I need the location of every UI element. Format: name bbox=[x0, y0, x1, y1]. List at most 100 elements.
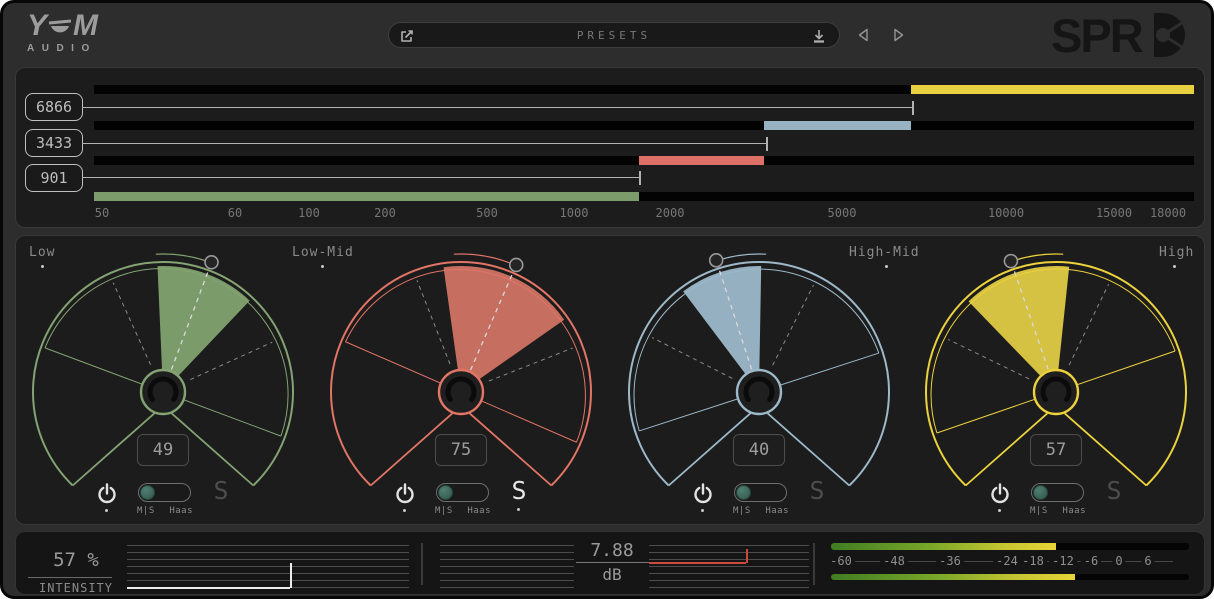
ms-label: M|S bbox=[1030, 506, 1048, 516]
rotation-handle[interactable] bbox=[205, 256, 218, 269]
gain-slider-track[interactable] bbox=[649, 559, 809, 560]
ms-label: M|S bbox=[137, 506, 155, 516]
crossover-freq-low[interactable]: 901 bbox=[25, 164, 83, 192]
gain-slider-track[interactable] bbox=[649, 552, 809, 553]
meter-bar-left bbox=[831, 543, 1056, 550]
spread-value-low[interactable]: 49 bbox=[137, 434, 189, 466]
meter-scale-label: -18 bbox=[1019, 554, 1047, 568]
load-preset-icon[interactable] bbox=[811, 28, 827, 44]
lr-axis-guide bbox=[1069, 284, 1108, 365]
lr-axis-guide bbox=[417, 280, 450, 364]
gain-marker-handle[interactable] bbox=[746, 549, 748, 563]
frequency-track-1 bbox=[94, 121, 1194, 130]
haas-label: Haas bbox=[1062, 506, 1086, 516]
band-range-bar-high-mid[interactable] bbox=[764, 121, 911, 130]
gain-slider-track[interactable] bbox=[440, 552, 574, 553]
next-preset-button[interactable] bbox=[889, 27, 907, 43]
intensity-marker-handle[interactable] bbox=[290, 563, 292, 588]
preset-bar[interactable]: PRESETS bbox=[388, 22, 840, 48]
spread-value-high[interactable]: 57 bbox=[1030, 434, 1082, 466]
toggle-knob[interactable] bbox=[438, 485, 453, 500]
intensity-slider-track[interactable] bbox=[127, 545, 409, 546]
spread-value-low-mid[interactable]: 75 bbox=[435, 434, 487, 466]
intensity-slider-track[interactable] bbox=[127, 559, 409, 560]
toggle-knob[interactable] bbox=[736, 485, 751, 500]
ms-haas-toggle[interactable] bbox=[138, 483, 191, 502]
intensity-slider-track[interactable] bbox=[127, 566, 409, 567]
freq-axis-label: 60 bbox=[228, 206, 242, 220]
toggle-knob[interactable] bbox=[1033, 485, 1048, 500]
crossover-line-1[interactable] bbox=[82, 143, 766, 144]
crossover-handle-0[interactable] bbox=[912, 101, 914, 115]
band-range-bar-low[interactable] bbox=[94, 192, 639, 201]
freq-axis-label: 10000 bbox=[988, 206, 1024, 220]
previous-preset-button[interactable] bbox=[855, 27, 873, 43]
crossover-handle-1[interactable] bbox=[766, 137, 768, 151]
band-range-bar-low-mid[interactable] bbox=[639, 156, 764, 165]
rotation-arc bbox=[1011, 254, 1063, 261]
power-button[interactable] bbox=[988, 481, 1012, 505]
band-range-bar-high[interactable] bbox=[911, 85, 1194, 94]
intensity-marker-line[interactable] bbox=[127, 587, 290, 589]
gain-slider-track[interactable] bbox=[440, 580, 574, 581]
crossover-freq-mid[interactable]: 3433 bbox=[25, 129, 83, 157]
gain-slider-track[interactable] bbox=[649, 545, 809, 546]
gain-slider-track[interactable] bbox=[440, 573, 574, 574]
bowl-icon bbox=[47, 16, 73, 40]
crossover-panel: 6866 3433 901 50601002005001000200050001… bbox=[15, 67, 1205, 228]
crossover-line-0[interactable] bbox=[82, 107, 912, 108]
intensity-slider-track[interactable] bbox=[127, 580, 409, 581]
meter-scale-label: -6 bbox=[1081, 554, 1101, 568]
freq-axis-label: 500 bbox=[476, 206, 498, 220]
lr-axis-guide bbox=[773, 285, 814, 365]
intensity-divider bbox=[28, 577, 112, 578]
presets-label[interactable]: PRESETS bbox=[389, 29, 839, 42]
freq-axis-label: 1000 bbox=[560, 206, 589, 220]
gain-marker-line[interactable] bbox=[649, 562, 746, 564]
meter-track-right bbox=[831, 574, 1189, 581]
toggle-knob[interactable] bbox=[140, 485, 155, 500]
ms-haas-toggle[interactable] bbox=[436, 483, 489, 502]
gain-slider-track[interactable] bbox=[440, 545, 574, 546]
ms-haas-toggle[interactable] bbox=[734, 483, 787, 502]
ms-label: M|S bbox=[435, 506, 453, 516]
crossover-line-2[interactable] bbox=[82, 177, 639, 178]
gain-slider-track[interactable] bbox=[440, 587, 574, 588]
spread-value-high-mid[interactable]: 40 bbox=[733, 434, 785, 466]
gain-slider-track[interactable] bbox=[440, 566, 574, 567]
crossover-handle-2[interactable] bbox=[639, 171, 641, 185]
solo-button-low[interactable]: S bbox=[208, 476, 234, 505]
gain-value: 7.88 bbox=[562, 540, 662, 561]
rotation-arc bbox=[716, 254, 766, 261]
intensity-slider-track[interactable] bbox=[127, 552, 409, 553]
rotation-handle[interactable] bbox=[1004, 255, 1017, 268]
gain-slider-track[interactable] bbox=[649, 573, 809, 574]
gain-divider bbox=[576, 562, 649, 563]
meter-scale-label: -36 bbox=[936, 554, 964, 568]
freq-axis-label: 2000 bbox=[656, 206, 685, 220]
power-button[interactable] bbox=[393, 481, 417, 505]
sprd-logo: SPR bbox=[1051, 9, 1197, 61]
solo-button-high[interactable]: S bbox=[1101, 476, 1127, 505]
intensity-slider-track[interactable] bbox=[127, 573, 409, 574]
power-button[interactable] bbox=[95, 481, 119, 505]
gain-slider-track[interactable] bbox=[649, 566, 809, 567]
lr-axis-guide bbox=[113, 283, 150, 365]
gain-slider-track[interactable] bbox=[649, 580, 809, 581]
ms-haas-toggle[interactable] bbox=[1031, 483, 1084, 502]
solo-button-low-mid[interactable]: S bbox=[506, 476, 532, 505]
gain-slider-track[interactable] bbox=[440, 559, 574, 560]
solo-button-high-mid[interactable]: S bbox=[804, 476, 830, 505]
ms-label: M|S bbox=[733, 506, 751, 516]
crossover-freq-high[interactable]: 6866 bbox=[25, 93, 83, 121]
rotation-handle[interactable] bbox=[510, 258, 523, 271]
band-dials[interactable] bbox=[16, 236, 1206, 530]
svg-text:SPR: SPR bbox=[1051, 9, 1143, 61]
footer-divider-2 bbox=[813, 543, 815, 585]
meter-scale-label: -24 bbox=[993, 554, 1021, 568]
meter-scale-label: -12 bbox=[1049, 554, 1077, 568]
power-button[interactable] bbox=[691, 481, 715, 505]
gain-slider-track[interactable] bbox=[649, 587, 809, 588]
rotation-handle[interactable] bbox=[710, 254, 723, 267]
footer-divider-1 bbox=[421, 543, 423, 585]
